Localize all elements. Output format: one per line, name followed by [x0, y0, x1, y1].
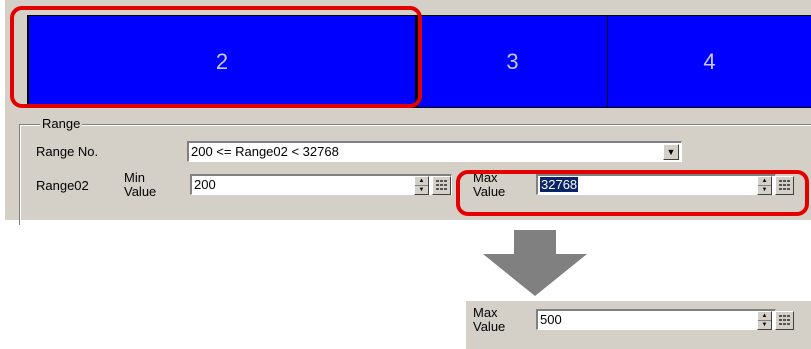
spin-up-icon[interactable]: ▲ — [758, 312, 771, 321]
range-segment-3[interactable]: 3 — [418, 15, 608, 108]
range-group-title: Range — [40, 116, 83, 132]
range-segment-2[interactable]: 2 — [27, 15, 418, 108]
result-max-value-text: 500 — [540, 312, 562, 327]
result-max-value-label-line2: Value — [473, 319, 506, 334]
segment-label: 3 — [506, 48, 519, 74]
range02-label: Range02 — [36, 178, 89, 193]
max-value-text: 32768 — [540, 177, 579, 192]
segment-label: 2 — [215, 48, 229, 74]
down-arrow-icon — [483, 230, 587, 299]
segment-label: 4 — [703, 48, 716, 74]
min-value-spin-icon[interactable]: ▲ ▼ — [414, 176, 429, 195]
spin-down-icon[interactable]: ▼ — [758, 186, 771, 195]
min-value-input[interactable]: 200 — [190, 174, 452, 195]
spin-up-icon[interactable]: ▲ — [758, 177, 771, 186]
max-value-keypad-icon[interactable] — [775, 176, 794, 195]
range-no-label: Range No. — [36, 144, 99, 159]
result-max-value-input[interactable]: 500 — [536, 309, 776, 330]
min-value-label-line1: Min — [124, 170, 145, 185]
dropdown-arrow-icon[interactable]: ▼ — [663, 144, 679, 160]
max-value-label-line1: Max — [473, 170, 498, 185]
result-spin-icon[interactable]: ▲ ▼ — [757, 311, 772, 330]
min-value-keypad-icon[interactable] — [432, 176, 451, 195]
min-value-label-line2: Value — [124, 184, 157, 199]
spin-down-icon[interactable]: ▼ — [758, 321, 771, 330]
result-max-value-label-line1: Max — [473, 305, 498, 320]
range-no-combobox[interactable]: 200 <= Range02 < 32768 — [187, 141, 682, 162]
range-segment-4[interactable]: 4 — [608, 15, 811, 108]
max-value-spin-icon[interactable]: ▲ ▼ — [757, 176, 772, 195]
min-value-text: 200 — [194, 177, 216, 192]
range-no-value: 200 <= Range02 < 32768 — [191, 144, 339, 159]
spin-up-icon[interactable]: ▲ — [415, 177, 428, 186]
max-value-label-line2: Value — [473, 184, 506, 199]
max-value-input[interactable]: 32768 — [536, 174, 776, 195]
result-keypad-icon[interactable] — [775, 311, 794, 330]
spin-down-icon[interactable]: ▼ — [415, 186, 428, 195]
